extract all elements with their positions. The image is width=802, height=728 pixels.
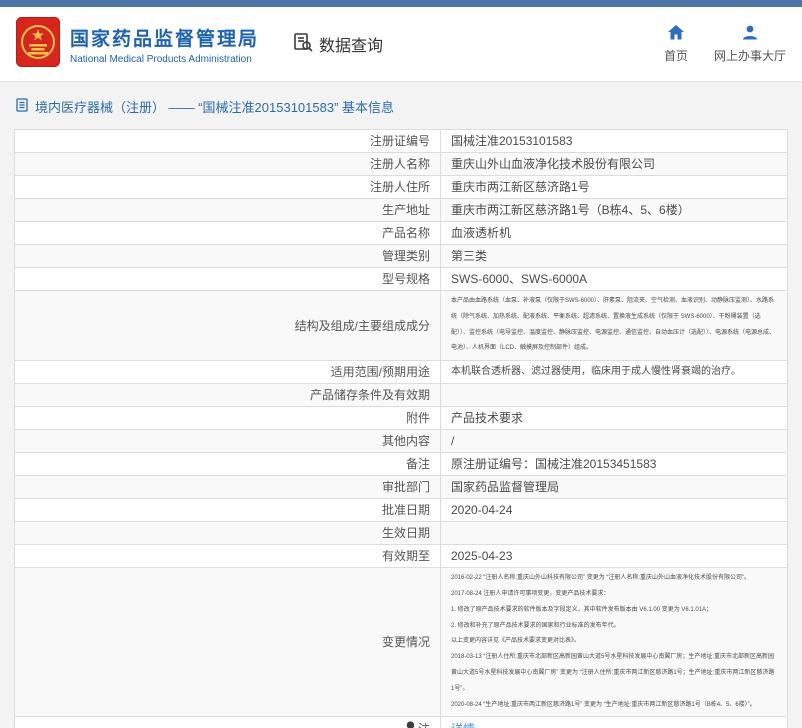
field-label: 生产地址 — [15, 199, 441, 222]
row-registrant-address: 注册人住所 重庆市两江新区慈济路1号 — [15, 176, 788, 199]
field-label: 型号规格 — [15, 268, 441, 291]
field-value: 国械注准20153101583 — [441, 130, 788, 153]
breadcrumb: 境内医疗器械（注册） —— “国械注准20153101583” 基本信息 — [14, 82, 788, 129]
top-accent-bar — [0, 0, 802, 7]
field-label: 管理类别 — [15, 245, 441, 268]
site-subtitle: National Medical Products Administration — [70, 54, 259, 65]
row-registration-number: 注册证编号 国械注准20153101583 — [15, 130, 788, 153]
data-query-label: 数据查询 — [319, 32, 383, 56]
nav-home-label: 首页 — [664, 47, 688, 64]
field-value: 原注册证编号：国械注准20153451583 — [441, 453, 788, 476]
row-intended-use: 适用范围/预期用途 本机联合透析器、滤过器使用，临床用于成人慢性肾衰竭的治疗。 — [15, 361, 788, 384]
breadcrumb-text[interactable]: 境内医疗器械（注册） —— “国械注准20153101583” 基本信息 — [35, 97, 394, 116]
document-icon — [16, 98, 28, 115]
field-value: SWS-6000、SWS-6000A — [441, 268, 788, 291]
row-attachment: 附件 产品技术要求 — [15, 407, 788, 430]
field-value: 本机联合透析器、滤过器使用，临床用于成人慢性肾衰竭的治疗。 — [441, 361, 788, 384]
row-note: 注 详情 — [15, 717, 788, 728]
field-value — [441, 384, 788, 407]
note-bulb-icon — [406, 721, 415, 728]
site-header: 国家药品监督管理局 National Medical Products Admi… — [0, 7, 802, 82]
row-storage-conditions: 产品储存条件及有效期 — [15, 384, 788, 407]
nav-home[interactable]: 首页 — [664, 25, 688, 64]
field-value: 重庆山外山血液净化技术股份有限公司 — [441, 153, 788, 176]
field-value: 产品技术要求 — [441, 407, 788, 430]
row-approval-department: 审批部门 国家药品监督管理局 — [15, 476, 788, 499]
site-title: 国家药品监督管理局 — [70, 24, 259, 51]
field-label: 有效期至 — [15, 545, 441, 568]
field-label: 其他内容 — [15, 430, 441, 453]
field-value — [441, 522, 788, 545]
field-value: 重庆市两江新区慈济路1号（B栋4、5、6楼） — [441, 199, 788, 222]
field-value: 2016-02-22 “注册人名称:重庆山外山科技有限公司” 变更为 “注册人名… — [441, 568, 788, 717]
field-label: 产品名称 — [15, 222, 441, 245]
field-label: 适用范围/预期用途 — [15, 361, 441, 384]
field-label: 注册证编号 — [15, 130, 441, 153]
row-remark: 备注 原注册证编号：国械注准20153451583 — [15, 453, 788, 476]
field-value: / — [441, 430, 788, 453]
field-label: 附件 — [15, 407, 441, 430]
row-effective-date: 生效日期 — [15, 522, 788, 545]
field-label: 产品储存条件及有效期 — [15, 384, 441, 407]
field-value: 2025-04-23 — [441, 545, 788, 568]
field-value: 国家药品监督管理局 — [441, 476, 788, 499]
note-label: 注 — [418, 721, 430, 728]
nav-online-hall[interactable]: 网上办事大厅 — [714, 25, 786, 64]
field-label: 注 — [15, 717, 441, 728]
row-management-class: 管理类别 第三类 — [15, 245, 788, 268]
page-content: 境内医疗器械（注册） —— “国械注准20153101583” 基本信息 注册证… — [0, 82, 802, 728]
field-label: 批准日期 — [15, 499, 441, 522]
details-link[interactable]: 详情 — [451, 722, 475, 728]
field-label: 备注 — [15, 453, 441, 476]
data-query-section-title: 数据查询 — [293, 32, 383, 57]
field-label: 生效日期 — [15, 522, 441, 545]
field-label: 注册人住所 — [15, 176, 441, 199]
field-value: 重庆市两江新区慈济路1号 — [441, 176, 788, 199]
field-value: 第三类 — [441, 245, 788, 268]
row-other-content: 其他内容 / — [15, 430, 788, 453]
person-icon — [742, 25, 758, 43]
row-model-spec: 型号规格 SWS-6000、SWS-6000A — [15, 268, 788, 291]
row-production-address: 生产地址 重庆市两江新区慈济路1号（B栋4、5、6楼） — [15, 199, 788, 222]
field-label: 审批部门 — [15, 476, 441, 499]
field-label: 变更情况 — [15, 568, 441, 717]
registration-info-table: 注册证编号 国械注准20153101583 注册人名称 重庆山外山血液净化技术股… — [14, 129, 788, 728]
field-value: 2020-04-24 — [441, 499, 788, 522]
field-value: 血液透析机 — [441, 222, 788, 245]
row-product-name: 产品名称 血液透析机 — [15, 222, 788, 245]
row-approval-date: 批准日期 2020-04-24 — [15, 499, 788, 522]
row-structure-composition: 结构及组成/主要组成成分 本产品由血路系统（血泵、补液泵（仅限于SWS-6000… — [15, 291, 788, 361]
nav-hall-label: 网上办事大厅 — [714, 47, 786, 64]
row-valid-until: 有效期至 2025-04-23 — [15, 545, 788, 568]
brand-logo-link[interactable]: 国家药品监督管理局 National Medical Products Admi… — [16, 17, 259, 72]
document-search-icon — [293, 32, 313, 57]
field-label: 结构及组成/主要组成成分 — [15, 291, 441, 361]
row-change-history: 变更情况 2016-02-22 “注册人名称:重庆山外山科技有限公司” 变更为 … — [15, 568, 788, 717]
header-nav: 首页 网上办事大厅 — [664, 25, 786, 64]
home-icon — [668, 25, 684, 43]
field-label: 注册人名称 — [15, 153, 441, 176]
nmpa-emblem-icon — [16, 17, 60, 72]
row-registrant-name: 注册人名称 重庆山外山血液净化技术股份有限公司 — [15, 153, 788, 176]
field-value: 本产品由血路系统（血泵、补液泵（仅限于SWS-6000）、肝素泵、阻流夹、空气检… — [441, 291, 788, 361]
